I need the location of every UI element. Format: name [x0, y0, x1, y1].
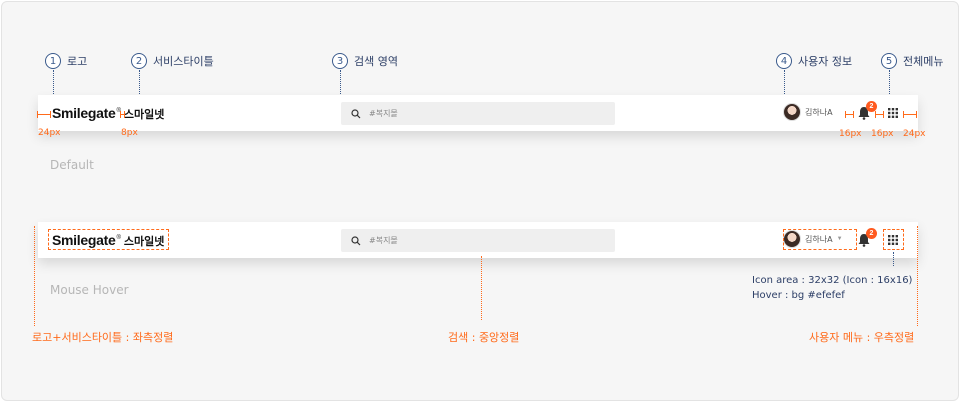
measure-label: 8px [121, 128, 138, 138]
hover-spec-note: Icon area : 32x32 (Icon : 16x16) Hover :… [752, 273, 912, 303]
align-center-label: 검색 : 중앙정렬 [448, 331, 520, 344]
callout-label: 사용자 정보 [798, 55, 853, 68]
guide-right [917, 226, 918, 326]
state-label-default: Default [50, 158, 94, 172]
logo[interactable]: Smilegate ® 스마일넷 [52, 105, 164, 122]
hover-bg-note: Hover : bg #efefef [752, 290, 845, 301]
guide-left [34, 226, 35, 326]
callout-number: 4 [776, 53, 792, 69]
guide-center [481, 256, 482, 320]
state-label-hover: Mouse Hover [50, 283, 129, 297]
grid-menu-icon[interactable] [888, 108, 898, 118]
brand-logo-text: Smilegate [52, 105, 116, 121]
user-name: 김하나A [805, 107, 833, 117]
callout-number: 3 [332, 53, 348, 69]
avatar [783, 103, 801, 121]
service-title: 스마일넷 [123, 108, 165, 121]
measure-label: 16px [871, 129, 894, 139]
align-right-label: 사용자 메뉴 : 우측정렬 [809, 331, 915, 344]
search-placeholder: #복지몰 [369, 236, 398, 245]
search-icon [351, 108, 361, 118]
hover-area-logo [48, 229, 169, 250]
measure-label: 24px [38, 128, 61, 138]
callout-label: 로고 [67, 55, 88, 68]
callout-number: 2 [131, 53, 147, 69]
callout-service-title: 2 서비스타이틀 [131, 53, 214, 69]
hover-area-user [783, 229, 857, 250]
callout-number: 5 [881, 53, 897, 69]
hover-area-menu [883, 229, 904, 250]
callout-label: 전체메뉴 [903, 55, 944, 68]
measure-left-padding [37, 111, 51, 118]
callout-user-info: 4 사용자 정보 [776, 53, 852, 69]
callout-all-menu: 5 전체메뉴 [881, 53, 943, 69]
search-icon [351, 235, 361, 245]
callout-number: 1 [45, 53, 61, 69]
icon-area-note: Icon area : 32x32 (Icon : 16x16) [752, 275, 913, 286]
measure-icon-gap [875, 111, 884, 118]
search-input[interactable]: #복지몰 [341, 102, 615, 125]
search-input[interactable]: #복지몰 [341, 229, 615, 252]
notification-badge: 2 [866, 228, 877, 239]
align-left-label: 로고+서비스타이틀 : 좌측정렬 [32, 331, 174, 344]
user-info[interactable]: 김하나A [783, 103, 833, 121]
measure-label: 24px [903, 129, 926, 139]
callout-search: 3 검색 영역 [332, 53, 398, 69]
callout-logo: 1 로고 [45, 53, 87, 69]
search-placeholder: #복지몰 [369, 109, 398, 118]
note-leader [893, 252, 894, 266]
measure-right-padding [903, 111, 917, 118]
callout-label: 서비스타이틀 [153, 55, 214, 68]
header-default: Smilegate ® 스마일넷 #복지몰 김하나A 2 [38, 95, 918, 131]
measure-logo-gap [120, 111, 125, 118]
measure-label: 16px [839, 129, 862, 139]
callout-label: 검색 영역 [354, 55, 398, 68]
measure-icon-gap [845, 111, 854, 118]
